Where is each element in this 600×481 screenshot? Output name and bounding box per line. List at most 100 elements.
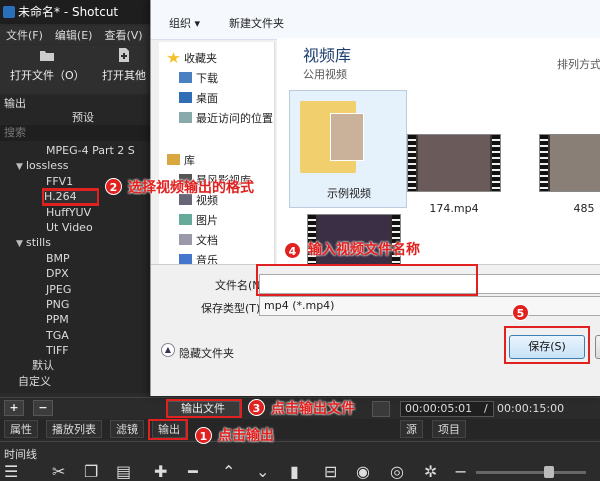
lift-icon[interactable]: ⌃ xyxy=(222,464,235,480)
preset-tree-item[interactable]: JPEG xyxy=(0,282,150,297)
add-preset-button[interactable]: + xyxy=(4,400,24,416)
library-icon xyxy=(167,154,180,165)
timeline-panel: 时间线 ☰ ✂ ❐ ▤ ✚ ━ ⌃ ⌄ ▮ ⊟ ◉ ◎ ✲ − xyxy=(0,441,600,481)
file-list-pane: 视频库 公用视频 排列方式 示例视频 174.mp4 485 xyxy=(277,38,600,265)
zoom-slider-handle[interactable] xyxy=(544,466,554,478)
star-icon xyxy=(167,52,180,63)
nav-recent[interactable]: 最近访问的位置 xyxy=(179,110,273,126)
annotation-step-2: 2 xyxy=(105,178,122,195)
download-icon xyxy=(179,72,192,83)
cut-icon[interactable]: ✂ xyxy=(52,464,65,480)
preset-tree-item[interactable]: TGA xyxy=(0,328,150,343)
zoom-slider[interactable] xyxy=(476,471,586,474)
annotation-text-1: 点击输出 xyxy=(218,428,274,444)
annotation-box-save xyxy=(504,326,590,364)
preset-label: DPX xyxy=(46,267,69,281)
open-other-icon xyxy=(119,48,129,62)
arrange-by[interactable]: 排列方式 xyxy=(557,56,600,72)
remove-preset-button[interactable]: − xyxy=(33,400,53,416)
annotation-box-export-file xyxy=(166,399,242,418)
library-subtitle: 公用视频 xyxy=(303,68,347,81)
preset-tree-item[interactable]: DPX xyxy=(0,266,150,281)
preset-tree-item[interactable]: MPEG-4 Part 2 S xyxy=(0,143,150,158)
preset-label: lossless xyxy=(26,159,69,173)
annotation-step-5: 5 xyxy=(512,304,529,321)
menu-file[interactable]: 文件(F) xyxy=(0,26,49,44)
preset-label: TGA xyxy=(46,328,69,342)
cancel-button[interactable] xyxy=(595,335,600,359)
nav-music[interactable]: 音乐 xyxy=(179,252,218,264)
nav-favorites[interactable]: 收藏夹 xyxy=(167,50,217,66)
menu-view[interactable]: 查看(V) xyxy=(98,26,148,44)
video-preview-image xyxy=(418,135,490,191)
preset-tree-item[interactable]: 自定义 xyxy=(0,374,150,389)
new-folder-button[interactable]: 新建文件夹 xyxy=(229,15,284,31)
copy-icon[interactable]: ❐ xyxy=(84,464,98,480)
tab-source[interactable]: 源 xyxy=(400,420,423,438)
preset-tree-item[interactable]: 默认 xyxy=(0,358,150,373)
preset-search-input[interactable]: 搜索 xyxy=(0,125,150,141)
video-thumbnail-485[interactable] xyxy=(539,134,600,192)
nav-pictures[interactable]: 图片 xyxy=(179,212,218,228)
expand-arrow-icon[interactable]: ▼ xyxy=(16,160,26,175)
preset-label: FFV1 xyxy=(46,174,74,188)
recent-places-icon xyxy=(179,112,192,123)
tab-properties[interactable]: 属性 xyxy=(4,420,38,438)
snap-icon[interactable]: ⊟ xyxy=(324,464,337,480)
current-timecode[interactable]: 00:00:05:01 xyxy=(400,401,494,417)
annotation-box-export-tab xyxy=(148,419,188,440)
open-other-button[interactable]: 打开其他 xyxy=(98,47,150,83)
ripple-all-icon[interactable]: ✲ xyxy=(424,464,437,480)
organize-button[interactable]: 组织 ▾ xyxy=(169,15,200,31)
preset-tree-item[interactable]: BMP xyxy=(0,251,150,266)
video-thumbnail-174[interactable] xyxy=(407,134,501,192)
preset-label: PPM xyxy=(46,313,69,327)
menu-edit[interactable]: 编辑(E) xyxy=(49,26,99,44)
desktop-icon xyxy=(179,92,192,103)
preset-tree-item[interactable]: ▼ stills xyxy=(0,235,150,250)
panel-tabs: 属性 播放列表 滤镜 输出 源 项目 xyxy=(0,419,600,439)
nav-downloads[interactable]: 下载 xyxy=(179,70,218,86)
file-item-sample-folder[interactable]: 示例视频 xyxy=(289,90,407,208)
folder-open-icon xyxy=(40,51,55,61)
append-icon[interactable]: ✚ xyxy=(154,464,167,480)
preset-label: 默认 xyxy=(32,359,54,373)
remove-icon[interactable]: ━ xyxy=(188,464,198,480)
preset-label: Ut Video xyxy=(46,220,93,234)
scrub-icon[interactable]: ◉ xyxy=(356,464,370,480)
chevron-up-icon[interactable]: ▲ xyxy=(161,343,175,357)
tab-project[interactable]: 项目 xyxy=(432,420,466,438)
preset-tree-item[interactable]: PNG xyxy=(0,297,150,312)
presets-column-header: 预设 xyxy=(72,111,94,124)
export-options-button[interactable] xyxy=(372,401,390,417)
tab-playlist[interactable]: 播放列表 xyxy=(46,420,102,438)
file-name: 485 xyxy=(573,202,595,215)
menu-icon[interactable]: ☰ xyxy=(4,464,18,480)
overwrite-icon[interactable]: ⌄ xyxy=(256,464,269,480)
open-other-label: 打开其他 xyxy=(102,69,146,82)
split-icon[interactable]: ▮ xyxy=(290,464,299,480)
pictures-icon xyxy=(179,214,192,225)
nav-desktop[interactable]: 桌面 xyxy=(179,90,218,106)
shotcut-app-icon xyxy=(3,6,15,18)
tab-filters[interactable]: 滤镜 xyxy=(110,420,144,438)
preset-tree-item[interactable]: Ut Video xyxy=(0,220,150,235)
hide-folders-toggle[interactable]: 隐藏文件夹 xyxy=(179,345,234,361)
folder-preview-image xyxy=(330,113,364,161)
preset-tree-item[interactable]: PPM xyxy=(0,312,150,327)
export-panel-header: 输出 xyxy=(4,97,26,110)
filetype-select[interactable]: mp4 (*.mp4) xyxy=(259,296,600,316)
preset-tree-item[interactable]: HuffYUV xyxy=(0,205,150,220)
open-file-button[interactable]: 打开文件（O） xyxy=(10,47,85,83)
zoom-out-icon[interactable]: − xyxy=(454,464,467,480)
expand-arrow-icon[interactable]: ▼ xyxy=(16,237,26,252)
nav-libraries[interactable]: 库 xyxy=(167,152,195,168)
open-file-label: 打开文件（O） xyxy=(10,69,85,82)
annotation-step-1: 1 xyxy=(195,427,212,444)
preset-tree-item[interactable]: ▼ lossless xyxy=(0,158,150,173)
paste-icon[interactable]: ▤ xyxy=(116,464,131,480)
preset-tree-item[interactable]: TIFF xyxy=(0,343,150,358)
timecode-separator: / xyxy=(484,402,488,415)
nav-documents[interactable]: 文档 xyxy=(179,232,218,248)
ripple-icon[interactable]: ◎ xyxy=(390,464,404,480)
